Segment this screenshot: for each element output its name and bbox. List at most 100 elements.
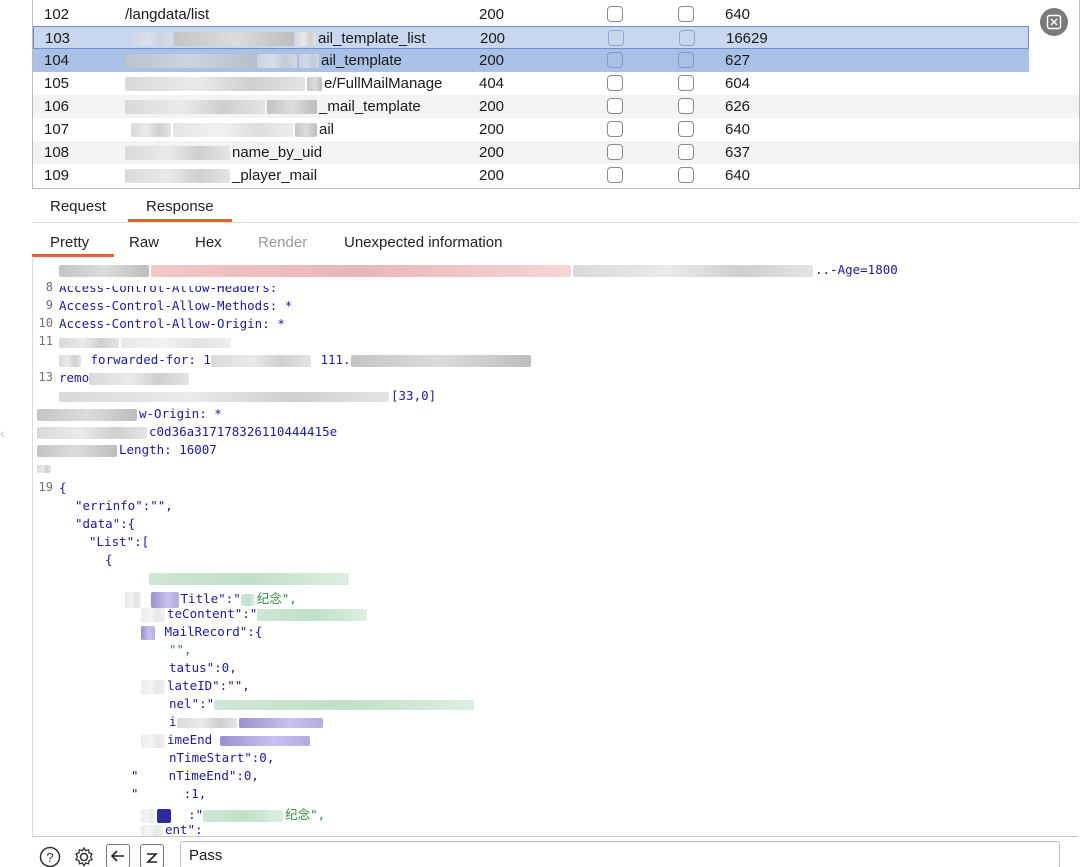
row-length: 16629	[726, 30, 768, 47]
code-line: Length: 16007	[37, 442, 217, 457]
search-input[interactable]: Pass	[180, 841, 1060, 867]
row-status: 200	[479, 121, 505, 138]
code-line: "",	[169, 642, 192, 657]
active-tab-indicator	[128, 219, 232, 222]
row-status: 404	[479, 75, 505, 92]
row-length: 627	[725, 52, 751, 69]
code-line: :" 纪念",	[141, 804, 325, 823]
code-line: {	[105, 552, 113, 567]
table-row[interactable]: 103 ail_template_list 200 16629	[33, 26, 1029, 49]
gear-icon[interactable]	[72, 845, 96, 867]
row-number: 108	[44, 144, 70, 161]
code-line: " :1,	[131, 786, 207, 801]
table-row[interactable]: 108 name_by_uid 200 637	[33, 141, 1079, 164]
row-checkbox[interactable]	[678, 167, 694, 188]
row-path: _mail_template	[125, 95, 475, 118]
line-number: 19	[38, 480, 53, 494]
line-number: 13	[38, 370, 53, 384]
code-line: " nTimeEnd":0,	[131, 768, 259, 783]
row-number: 109	[44, 167, 70, 184]
code-line: Access-Control-Allow-Headers:	[59, 280, 278, 295]
row-length: 640	[725, 167, 751, 184]
code-line: teContent":"	[141, 606, 369, 622]
row-length: 604	[725, 75, 751, 92]
forward-arrow-icon[interactable]	[140, 844, 164, 867]
row-number: 102	[44, 6, 70, 23]
code-line: Title":" 纪念",	[125, 588, 297, 608]
code-line: "errinfo":"",	[75, 498, 173, 513]
row-length: 640	[725, 121, 751, 138]
view-tabs: Pretty Raw Hex Render Unexpected informa…	[32, 230, 1078, 257]
response-editor[interactable]: ..-Age=1800 8 Access-Control-Allow-Heade…	[32, 258, 1079, 836]
message-tabs: Request Response	[32, 194, 1078, 223]
tab-hex[interactable]: Hex	[195, 234, 222, 251]
row-path: ail_template	[125, 49, 475, 72]
row-number: 107	[44, 121, 70, 138]
back-arrow-icon[interactable]	[106, 844, 130, 867]
line-number: 9	[45, 298, 53, 312]
row-length: 637	[725, 144, 751, 161]
row-status: 200	[479, 6, 505, 23]
code-line: Access-Control-Allow-Origin: *	[59, 316, 285, 331]
line-number: 8	[45, 280, 53, 294]
row-path: ail_template_list	[126, 27, 476, 50]
line-number: 10	[38, 316, 53, 330]
history-table: 102 /langdata/list 200 640 103 ail_templ…	[32, 0, 1080, 189]
tab-response[interactable]: Response	[146, 198, 214, 215]
table-row[interactable]: 104 ail_template 200 627	[33, 49, 1029, 72]
tab-raw[interactable]: Raw	[129, 234, 159, 251]
active-tab-indicator	[32, 254, 114, 257]
tab-unexpected-information[interactable]: Unexpected information	[344, 234, 502, 251]
code-line: ..-Age=1800	[59, 262, 898, 277]
row-checkbox[interactable]	[607, 167, 623, 188]
code-line	[37, 460, 53, 475]
code-line: i	[169, 714, 325, 729]
translate-icon[interactable]	[1040, 8, 1068, 36]
collapse-handle[interactable]: ‹	[0, 425, 5, 441]
row-length: 626	[725, 98, 751, 115]
table-row[interactable]: 106 _mail_template 200 626	[33, 95, 1079, 118]
code-line: Access-Control-Allow-Methods: *	[59, 298, 293, 313]
code-line: {	[59, 480, 67, 495]
tab-render[interactable]: Render	[258, 234, 307, 251]
code-line: MailRecord":{	[141, 624, 262, 640]
row-length: 640	[725, 6, 751, 23]
table-row[interactable]: 102 /langdata/list 200 640	[33, 3, 1079, 26]
code-line: "data":{	[75, 516, 136, 531]
app-window: ‹ 102 /langdata/list 200 640 103 ail_tem…	[0, 0, 1080, 867]
code-line: nel":"	[169, 696, 476, 711]
code-line: c0d36a317178326110444415e	[37, 424, 337, 439]
tab-pretty[interactable]: Pretty	[50, 234, 89, 251]
table-row[interactable]: 105 e/FullMailManage 404 604	[33, 72, 1079, 95]
row-number: 105	[44, 75, 70, 92]
row-path: ail	[125, 118, 475, 141]
row-number: 106	[44, 98, 70, 115]
code-line: remo	[59, 370, 191, 385]
code-line: tatus":0,	[169, 660, 237, 675]
code-line	[149, 570, 351, 585]
code-line: imeEnd	[141, 732, 312, 748]
row-status: 200	[479, 144, 505, 161]
bottom-toolbar: ? Pass	[32, 836, 1078, 867]
code-line: lateID":"",	[141, 678, 250, 694]
row-number: 104	[44, 52, 70, 69]
tab-request[interactable]: Request	[50, 198, 106, 215]
row-status: 200	[479, 167, 505, 184]
help-icon[interactable]: ?	[38, 845, 62, 867]
table-row[interactable]: 109 _player_mail 200 640	[33, 164, 1079, 187]
row-status: 200	[479, 98, 505, 115]
row-status: 200	[479, 52, 505, 69]
row-number: 103	[45, 30, 71, 47]
line-number: 11	[38, 334, 53, 348]
code-line: nTimeStart":0,	[169, 750, 275, 765]
table-row[interactable]: 107 ail 200 640	[33, 118, 1079, 141]
code-line: w-Origin: *	[37, 406, 222, 421]
code-line: forwarded-for: 1 111.	[59, 352, 533, 367]
code-line: "List":[	[89, 534, 150, 549]
row-path: /langdata/list	[125, 6, 210, 23]
code-line: ent":	[141, 822, 203, 836]
row-path: _player_mail	[125, 164, 475, 187]
row-path: e/FullMailManage	[125, 72, 475, 95]
row-status: 200	[480, 30, 506, 47]
code-line: [33,0]	[59, 388, 436, 403]
